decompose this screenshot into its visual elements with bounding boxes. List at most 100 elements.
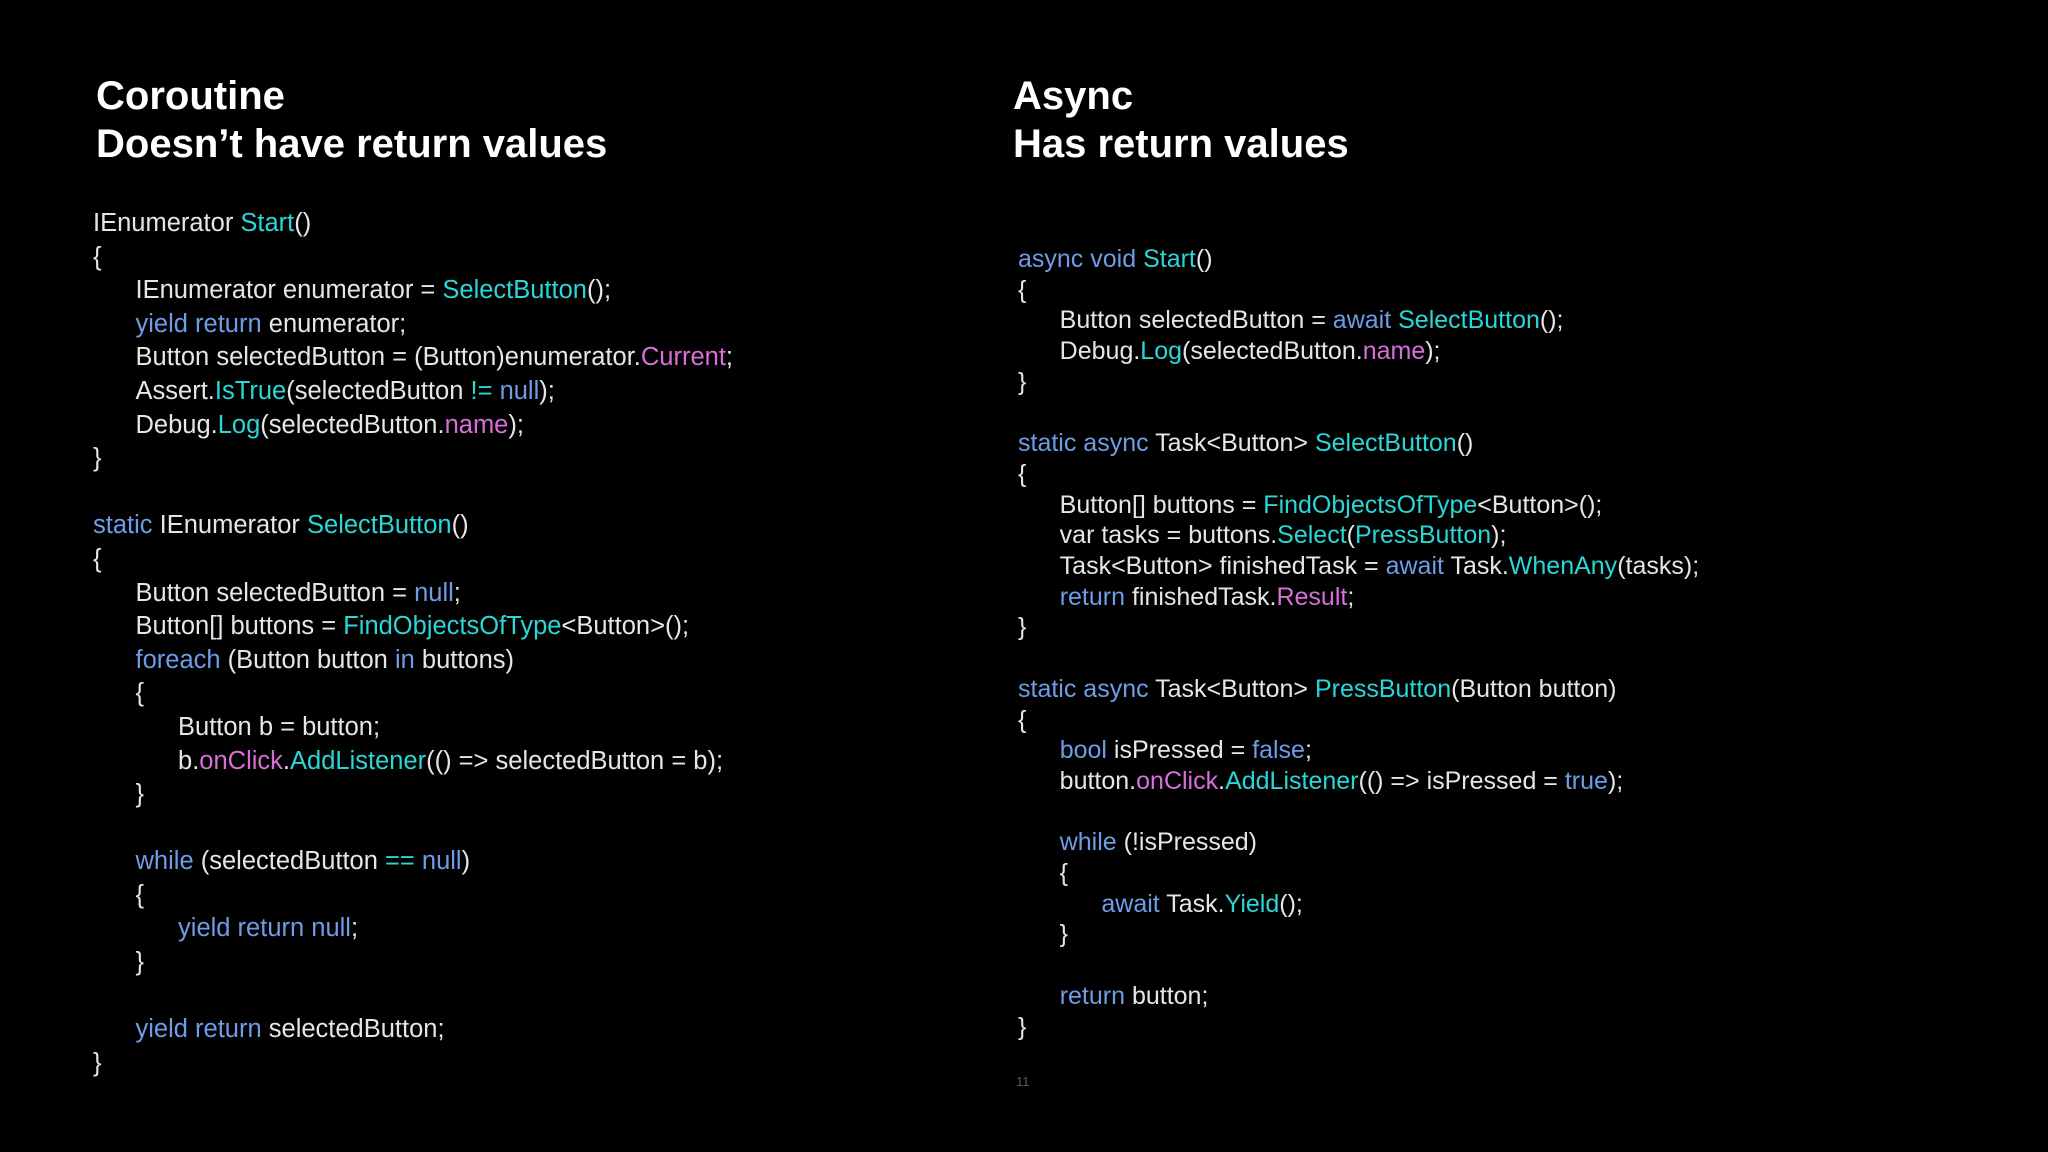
code-line: { bbox=[1018, 275, 1699, 306]
code-line: { bbox=[1018, 459, 1699, 490]
code-line: bool isPressed = false; bbox=[1018, 735, 1699, 766]
code-token-property: Result bbox=[1276, 582, 1348, 611]
code-token-method: SelectButton bbox=[1314, 429, 1457, 458]
code-line: Button selectedButton = (Button)enumerat… bbox=[93, 341, 734, 375]
code-token-plain: b. bbox=[93, 746, 200, 775]
code-token-keyword: yield return null bbox=[178, 914, 351, 943]
code-line: while (!isPressed) bbox=[1018, 827, 1699, 858]
code-token-method: FindObjectsOfType bbox=[1263, 490, 1478, 519]
code-token-plain: } bbox=[93, 444, 102, 473]
code-token-method: == bbox=[385, 847, 415, 876]
code-token-keyword: yield return bbox=[135, 309, 262, 338]
code-line: static async Task<Button> PressButton(Bu… bbox=[1018, 674, 1699, 705]
code-line: } bbox=[1018, 1012, 1699, 1043]
code-token-plain: } bbox=[93, 948, 145, 977]
code-token-method: IsTrue bbox=[214, 376, 287, 405]
code-line: { bbox=[93, 543, 733, 577]
code-token-plain: (Button button) bbox=[1451, 674, 1617, 703]
code-line: } bbox=[1018, 612, 1699, 643]
code-token-method: AddListener bbox=[1225, 766, 1359, 795]
code-token-plain: } bbox=[93, 780, 145, 809]
code-token-plain: Assert. bbox=[93, 376, 215, 405]
code-line: IEnumerator Start() bbox=[93, 207, 733, 241]
code-line: } bbox=[93, 778, 733, 812]
code-token-plain: (); bbox=[586, 276, 612, 305]
code-token-plain: (() => selectedButton = b); bbox=[426, 746, 724, 775]
code-token-plain: (!isPressed) bbox=[1116, 828, 1257, 857]
code-line: return finishedTask.Result; bbox=[1018, 582, 1699, 613]
coroutine-code-block: IEnumerator Start(){ IEnumerator enumera… bbox=[93, 207, 733, 1080]
code-token-plain: Debug. bbox=[1018, 337, 1141, 366]
code-token-plain: } bbox=[1018, 613, 1027, 642]
code-token-plain: ; bbox=[1347, 582, 1355, 611]
code-token-keyword: true bbox=[1564, 766, 1608, 795]
slide: { "colors": { "background": "#000000", "… bbox=[0, 0, 2048, 1152]
code-line: } bbox=[93, 946, 733, 980]
code-token-keyword: await bbox=[1385, 552, 1444, 581]
code-line: } bbox=[93, 1047, 733, 1081]
code-token-method: PressButton bbox=[1314, 674, 1452, 703]
code-token-plain: () bbox=[451, 511, 469, 540]
code-token-plain: ); bbox=[1425, 337, 1441, 366]
code-token-method: Start bbox=[1143, 245, 1196, 273]
code-token-plain: Button selectedButton = (Button)enumerat… bbox=[93, 343, 641, 372]
code-line: yield return selectedButton; bbox=[93, 1013, 733, 1047]
code-token-keyword: static bbox=[93, 511, 153, 540]
code-line: Assert.IsTrue(selectedButton != null); bbox=[93, 375, 733, 409]
code-line: return button; bbox=[1018, 981, 1699, 1012]
code-token-plain: Task. bbox=[1159, 889, 1225, 918]
async-title: Async bbox=[1013, 74, 1134, 118]
code-token-property: Current bbox=[640, 343, 726, 372]
code-token-plain: . bbox=[282, 746, 291, 775]
code-token-property: name bbox=[444, 410, 509, 439]
code-token-method: SelectButton bbox=[442, 276, 587, 305]
code-token-plain: ; bbox=[453, 578, 461, 607]
code-token-plain: Button b = button; bbox=[93, 712, 381, 741]
code-line: Button[] buttons = FindObjectsOfType<But… bbox=[1018, 490, 1699, 521]
code-token-plain: () bbox=[294, 209, 312, 237]
code-token-keyword: return bbox=[1059, 582, 1125, 611]
async-code-block: async void Start () { Button selectedButto… bbox=[1018, 244, 1699, 1042]
code-token-plain: Task<Button> bbox=[1148, 429, 1315, 458]
code-token-keyword: bool bbox=[1059, 736, 1107, 765]
code-token-plain: { bbox=[1018, 859, 1069, 888]
code-token-keyword: null bbox=[414, 578, 454, 607]
code-token-plain: (Button button bbox=[220, 645, 395, 674]
code-token-method: SelectButton bbox=[1398, 306, 1540, 335]
code-line: yield return enumerator; bbox=[93, 308, 733, 342]
code-line: { bbox=[1018, 705, 1699, 736]
code-token-plain: { bbox=[1018, 459, 1027, 488]
code-token-plain: (selectedButton. bbox=[1182, 337, 1363, 366]
code-token-plain: Button[] buttons = bbox=[93, 612, 344, 641]
code-line: await Task.Yield(); bbox=[1018, 889, 1699, 920]
code-line: Button selectedButton = await SelectButt… bbox=[1018, 305, 1699, 336]
code-token-plain: Debug. bbox=[93, 410, 218, 439]
code-token-plain: ) bbox=[461, 847, 471, 876]
code-token-plain: (tasks); bbox=[1617, 552, 1700, 581]
code-token-keyword: static async bbox=[1018, 674, 1149, 703]
code-token-plain: { bbox=[93, 679, 145, 708]
code-token-method: Start bbox=[240, 209, 295, 237]
code-token-method: WhenAny bbox=[1508, 552, 1618, 581]
code-token-keyword: yield return bbox=[135, 1015, 262, 1044]
code-token-plain: IEnumerator bbox=[93, 209, 241, 237]
code-token-keyword: async void bbox=[1018, 245, 1137, 273]
code-token-plain: Button[] buttons = bbox=[1018, 490, 1264, 519]
code-line: yield return null; bbox=[93, 912, 733, 946]
code-token-plain: ); bbox=[1491, 521, 1507, 550]
coroutine-heading: Coroutine Doesn’t have return values bbox=[96, 72, 607, 168]
code-token-plain: () bbox=[1456, 429, 1474, 458]
code-token-method: Select bbox=[1277, 521, 1347, 550]
code-token-plain: <Button>(); bbox=[1477, 490, 1603, 519]
code-line: var tasks = buttons.Select(PressButton); bbox=[1018, 520, 1699, 551]
code-token-plain: ); bbox=[1607, 766, 1624, 795]
